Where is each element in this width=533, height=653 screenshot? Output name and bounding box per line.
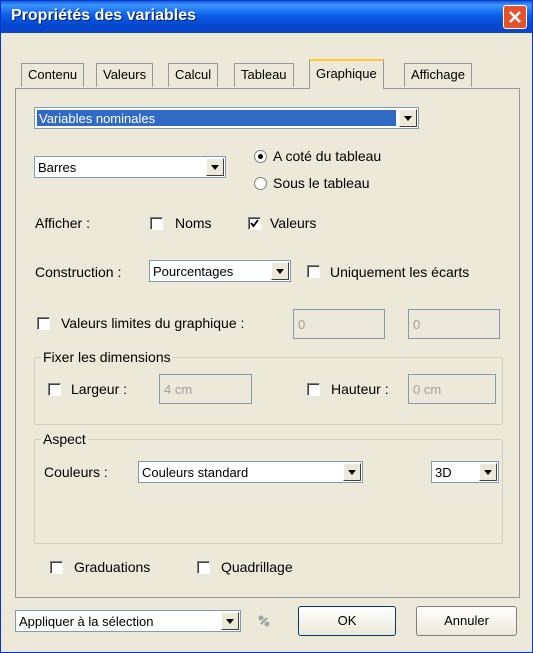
apply-scope-value: Appliquer à la sélection xyxy=(19,614,154,629)
dimensions-group-title: Fixer les dimensions xyxy=(41,349,173,365)
aspect-group: Aspect Couleurs : Couleurs standard 3D xyxy=(34,431,503,544)
link-icon[interactable] xyxy=(257,614,271,631)
dimensions-group: Fixer les dimensions Largeur : 4 cm Haut… xyxy=(34,349,503,425)
display-label: Afficher : xyxy=(35,215,90,231)
mode-select[interactable]: 3D xyxy=(431,461,499,483)
properties-dialog: Propriétés des variables Contenu Valeurs… xyxy=(0,0,533,653)
position-beside-label: A coté du tableau xyxy=(273,148,382,164)
aspect-group-title: Aspect xyxy=(41,431,88,447)
chevron-down-icon xyxy=(276,269,284,274)
dropdown-arrow[interactable] xyxy=(399,109,417,127)
construction-label: Construction : xyxy=(35,264,122,280)
limits-checkbox[interactable] xyxy=(37,317,50,330)
chevron-down-icon xyxy=(226,619,234,624)
colors-label: Couleurs : xyxy=(44,464,108,480)
height-field[interactable]: 0 cm xyxy=(408,374,496,404)
graduations-checkbox[interactable] xyxy=(50,561,63,574)
checkmark-icon xyxy=(250,219,259,228)
tab-tableau[interactable]: Tableau xyxy=(234,63,294,87)
window-title: Propriétés des variables xyxy=(11,7,196,24)
ok-button[interactable]: OK xyxy=(298,606,396,636)
chart-type-select[interactable]: Barres xyxy=(34,156,226,178)
position-beside-radio[interactable] xyxy=(254,150,267,163)
tab-affichage[interactable]: Affichage xyxy=(404,63,472,87)
variable-type-value: Variables nominales xyxy=(37,110,396,126)
position-below-label: Sous le tableau xyxy=(273,175,370,191)
limit-max-field[interactable]: 0 xyxy=(408,309,500,339)
apply-scope-select[interactable]: Appliquer à la sélection xyxy=(15,610,241,632)
dropdown-arrow[interactable] xyxy=(206,158,224,176)
dropdown-arrow[interactable] xyxy=(271,262,289,280)
quadrillage-checkbox[interactable] xyxy=(197,561,210,574)
mode-value: 3D xyxy=(435,465,452,480)
radio-dot xyxy=(258,154,263,159)
chevron-down-icon xyxy=(484,470,492,475)
chevron-down-icon xyxy=(348,470,356,475)
chevron-down-icon xyxy=(404,116,412,121)
noms-checkbox[interactable] xyxy=(150,217,163,230)
dropdown-arrow[interactable] xyxy=(343,463,361,481)
close-button[interactable] xyxy=(503,5,527,29)
gaps-only-label: Uniquement les écarts xyxy=(330,264,470,280)
limit-min-field[interactable]: 0 xyxy=(293,309,385,339)
chart-type-value: Barres xyxy=(38,160,77,175)
width-checkbox[interactable] xyxy=(48,383,61,396)
graphique-panel: Variables nominales Barres A coté du tab… xyxy=(15,88,520,598)
close-icon xyxy=(509,11,521,23)
position-below-radio[interactable] xyxy=(254,177,267,190)
limits-label: Valeurs limites du graphique : xyxy=(61,315,245,331)
chevron-down-icon xyxy=(211,165,219,170)
construction-select[interactable]: Pourcentages xyxy=(149,260,291,282)
width-label: Largeur : xyxy=(71,381,128,397)
construction-value: Pourcentages xyxy=(153,264,234,279)
dropdown-arrow[interactable] xyxy=(221,612,239,630)
title-bar[interactable]: Propriétés des variables xyxy=(1,1,532,33)
graduations-label: Graduations xyxy=(74,559,151,575)
quadrillage-label: Quadrillage xyxy=(221,559,293,575)
colors-value: Couleurs standard xyxy=(142,465,249,480)
gaps-only-checkbox[interactable] xyxy=(307,265,320,278)
dropdown-arrow[interactable] xyxy=(479,463,497,481)
tab-graphique[interactable]: Graphique xyxy=(309,59,384,89)
valeurs-label: Valeurs xyxy=(270,215,317,231)
colors-select[interactable]: Couleurs standard xyxy=(138,461,363,483)
variable-type-select[interactable]: Variables nominales xyxy=(34,107,419,129)
height-checkbox[interactable] xyxy=(307,383,320,396)
noms-label: Noms xyxy=(175,215,212,231)
tab-calcul[interactable]: Calcul xyxy=(168,63,219,87)
width-field[interactable]: 4 cm xyxy=(159,374,252,404)
tab-valeurs[interactable]: Valeurs xyxy=(96,63,154,87)
tab-contenu[interactable]: Contenu xyxy=(21,63,85,87)
cancel-button[interactable]: Annuler xyxy=(416,606,517,636)
height-label: Hauteur : xyxy=(331,381,389,397)
valeurs-checkbox[interactable] xyxy=(248,217,261,230)
